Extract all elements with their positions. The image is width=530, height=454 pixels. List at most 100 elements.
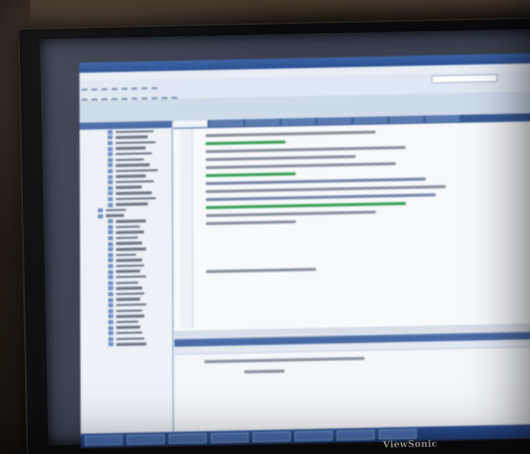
taskbar-button[interactable]	[126, 434, 165, 445]
tree-file-icon	[107, 202, 113, 207]
document-tab[interactable]	[389, 115, 424, 124]
tree-item-label	[116, 264, 145, 268]
code-editor[interactable]	[173, 113, 530, 337]
tree-item-label	[116, 337, 145, 341]
tree-item-label	[115, 174, 146, 178]
tree-item-label	[115, 129, 154, 134]
tree-file-icon	[108, 342, 114, 347]
document-tab[interactable]	[425, 114, 460, 123]
monitor-brand-logo: ViewSonic	[382, 439, 438, 451]
tree-item-label	[105, 208, 126, 212]
code-line	[205, 155, 356, 162]
tree-item-label	[115, 146, 146, 150]
tree-item-label	[116, 297, 141, 301]
taskbar-button[interactable]	[252, 431, 291, 443]
tree-file-icon	[108, 292, 114, 297]
code-line	[205, 145, 406, 154]
tree-file-icon	[108, 325, 114, 330]
tree-item-label	[116, 309, 143, 313]
tree-item-label	[115, 185, 142, 190]
taskbar-button[interactable]	[168, 433, 207, 445]
code-line	[205, 162, 396, 170]
document-tab[interactable]	[209, 119, 244, 128]
ide-screen	[79, 53, 530, 448]
tree-file-icon	[107, 169, 113, 174]
document-tab[interactable]	[173, 120, 208, 128]
tree-file-icon	[108, 247, 114, 252]
document-tab[interactable]	[353, 116, 388, 125]
tree-item[interactable]	[108, 340, 172, 347]
taskbar-button[interactable]	[336, 429, 375, 441]
output-panel	[174, 331, 530, 432]
tree-file-icon	[107, 225, 113, 230]
tree-file-icon	[107, 219, 113, 224]
tree-file-icon	[107, 163, 113, 168]
tree-file-icon	[107, 180, 113, 185]
tree-item-label	[115, 168, 158, 173]
tree-file-icon	[107, 236, 113, 241]
output-line	[204, 356, 365, 364]
tree-item-label	[115, 135, 148, 139]
tree-item-label	[116, 258, 143, 262]
tree-item-label	[115, 157, 144, 162]
taskbar-button[interactable]	[84, 434, 123, 446]
tree-file-icon	[107, 141, 113, 146]
tree-item-label	[115, 152, 152, 156]
tree-file-icon	[107, 129, 113, 135]
tree-item-label	[115, 180, 154, 184]
document-tab[interactable]	[281, 117, 316, 126]
document-tab[interactable]	[245, 118, 280, 127]
code-line	[206, 267, 317, 274]
solution-tree	[80, 128, 173, 348]
code-line	[205, 210, 376, 218]
tree-item-label	[115, 163, 150, 167]
tree-item-label	[115, 236, 138, 240]
line-gutter	[179, 128, 194, 329]
tree-file-icon	[108, 308, 114, 314]
code-line	[205, 185, 446, 194]
tree-file-icon	[107, 197, 113, 202]
tree-item-label	[116, 314, 145, 318]
tree-file-icon	[107, 174, 113, 179]
output-line	[244, 369, 285, 374]
tree-item-label	[115, 219, 146, 223]
tree-item-label	[115, 191, 152, 195]
tree-file-icon	[108, 280, 114, 286]
tree-file-icon	[108, 269, 114, 274]
taskbar-button[interactable]	[378, 428, 417, 440]
tree-file-icon	[108, 252, 114, 258]
tree-file-icon	[107, 241, 114, 246]
code-line	[205, 193, 436, 202]
tree-file-icon	[107, 191, 113, 196]
tree-file-icon	[108, 320, 114, 325]
tree-file-icon	[108, 314, 114, 319]
tree-file-icon	[108, 297, 114, 302]
tree-file-icon	[108, 275, 114, 280]
code-line	[205, 220, 296, 226]
tree-item-label	[116, 275, 147, 279]
tree-item-label	[116, 241, 143, 245]
tree-item-label	[116, 331, 143, 335]
tree-item-label	[116, 303, 147, 307]
tree-file-icon	[107, 157, 113, 162]
code-line	[205, 201, 406, 210]
code-line	[205, 140, 286, 146]
document-tab[interactable]	[317, 117, 352, 125]
tree-item-label	[115, 230, 144, 234]
tree-item-label	[115, 196, 156, 201]
tree-item-label	[115, 202, 148, 206]
taskbar-button[interactable]	[294, 430, 333, 442]
tree-item-label	[115, 140, 156, 145]
tree-item-label	[116, 281, 139, 285]
tree-file-icon	[107, 185, 113, 190]
tree-file-icon	[97, 214, 103, 219]
tree-file-icon	[108, 336, 114, 342]
taskbar-button[interactable]	[210, 432, 249, 444]
tree-item-label	[116, 325, 141, 329]
solution-explorer	[79, 120, 174, 434]
tree-file-icon	[108, 258, 114, 263]
tree-item-label	[116, 292, 145, 296]
tree-file-icon	[107, 230, 113, 235]
tree-file-icon	[108, 286, 114, 291]
tree-file-icon	[107, 135, 113, 140]
